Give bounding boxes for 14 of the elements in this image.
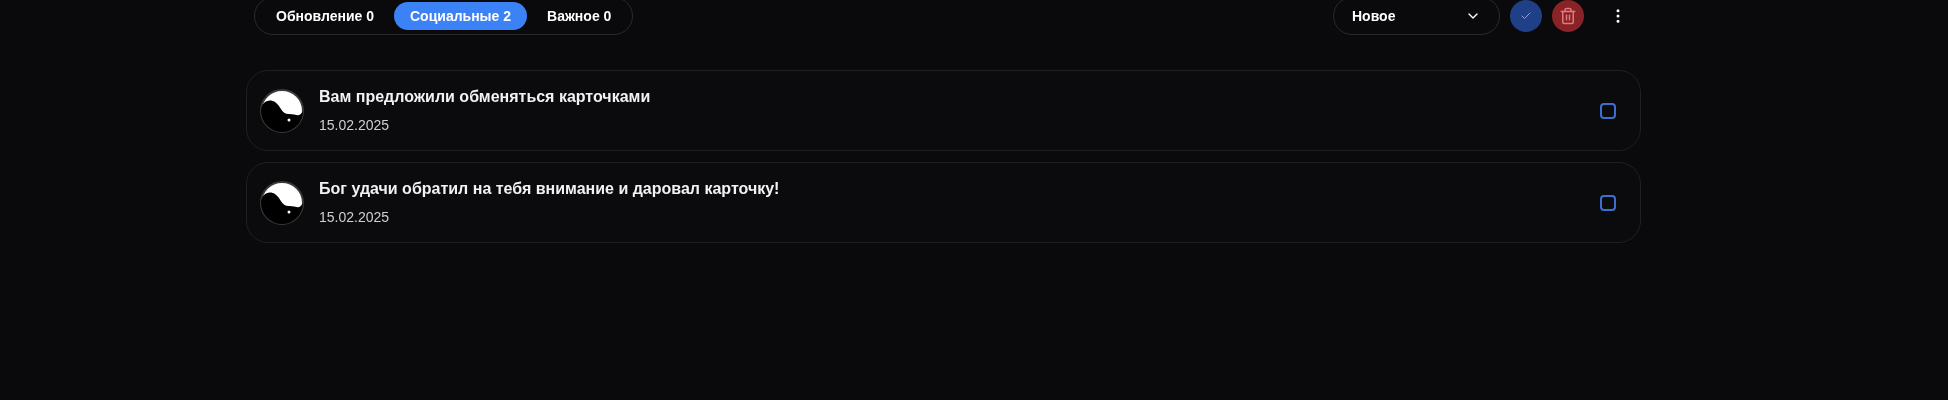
avatar-icon bbox=[259, 179, 305, 226]
notification-date: 15.02.2025 bbox=[319, 116, 391, 135]
trash-icon bbox=[1559, 7, 1577, 25]
delete-button[interactable] bbox=[1552, 0, 1584, 32]
filter-tab[interactable]: Важное 0 bbox=[531, 2, 628, 30]
filter-tab[interactable]: Социальные 2 bbox=[394, 2, 528, 30]
avatar-icon bbox=[259, 87, 305, 134]
filter-tab[interactable]: Обновление 0 bbox=[260, 2, 390, 30]
notification-title: Вам предложили обменяться карточками bbox=[319, 87, 652, 107]
notification-date: 15.02.2025 bbox=[319, 208, 391, 227]
select-checkbox[interactable] bbox=[1600, 194, 1616, 211]
check-icon bbox=[1520, 10, 1532, 22]
notification-title: Бог удачи обратил на тебя внимание и даровал карточку! bbox=[319, 179, 781, 199]
select-checkbox[interactable] bbox=[1600, 102, 1616, 119]
